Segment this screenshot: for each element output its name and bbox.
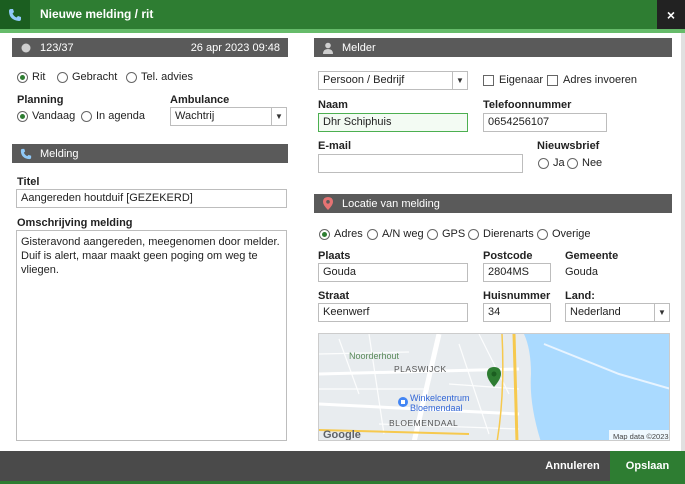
- map-attribution: Map data ©2023: [613, 432, 669, 441]
- ride-header: 123/37 26 apr 2023 09:48: [12, 38, 288, 57]
- chevron-down-icon: ▼: [452, 72, 467, 89]
- radio-off-icon: [427, 228, 438, 240]
- radio-off-icon: [126, 71, 137, 83]
- window-title: Nieuwe melding / rit: [40, 7, 154, 21]
- plaats-input[interactable]: Gouda: [318, 263, 468, 282]
- nieuwsbrief-radio-ja[interactable]: Ja: [538, 157, 565, 169]
- status-dot-icon: [20, 42, 32, 54]
- radio-off-icon: [367, 228, 378, 240]
- plaats-label: Plaats: [318, 250, 351, 262]
- locatie-radio-overige[interactable]: Overige: [537, 228, 591, 240]
- radio-off-icon: [538, 157, 549, 169]
- huisnummer-label: Huisnummer: [483, 290, 551, 302]
- naam-label: Naam: [318, 99, 348, 111]
- telefoon-label: Telefoonnummer: [483, 99, 572, 111]
- type-radio-gebracht[interactable]: Gebracht: [57, 71, 117, 83]
- eigenaar-checkbox[interactable]: Eigenaar: [483, 74, 543, 86]
- straat-label: Straat: [318, 290, 350, 302]
- chevron-down-icon: ▼: [271, 108, 286, 125]
- postcode-label: Postcode: [483, 250, 533, 262]
- adres-invoeren-checkbox[interactable]: Adres invoeren: [547, 74, 637, 86]
- planning-radio-vandaag[interactable]: Vandaag: [17, 110, 75, 122]
- type-radio-rit[interactable]: Rit: [17, 71, 45, 83]
- footer-bar: Annuleren Opslaan: [0, 451, 685, 484]
- titel-input[interactable]: Aangereden houtduif [GEZEKERD]: [16, 189, 287, 208]
- checkbox-icon: [547, 74, 558, 86]
- omschrijving-textarea[interactable]: Gisteravond aangereden, meegenomen door …: [16, 230, 287, 441]
- shopping-pin-icon: [398, 397, 408, 407]
- gemeente-label: Gemeente: [565, 250, 619, 262]
- radio-off-icon: [81, 110, 92, 122]
- telefoon-input[interactable]: 0654256107: [483, 113, 607, 132]
- email-input[interactable]: [318, 154, 523, 173]
- nieuwsbrief-label: Nieuwsbrief: [537, 140, 600, 152]
- radio-off-icon: [567, 157, 578, 169]
- locatie-radio-dierenarts[interactable]: Dierenarts: [468, 228, 534, 240]
- checkbox-icon: [483, 74, 494, 86]
- radio-off-icon: [537, 228, 548, 240]
- scrollbar[interactable]: [681, 33, 685, 451]
- email-label: E-mail: [318, 140, 352, 152]
- radio-off-icon: [57, 71, 68, 83]
- locatie-header: Locatie van melding: [314, 194, 672, 213]
- nieuwsbrief-radio-nee[interactable]: Nee: [567, 157, 602, 169]
- planning-radio-in-agenda[interactable]: In agenda: [81, 110, 145, 122]
- map-label-bloemendaal-shop: Bloemendaal: [410, 403, 463, 413]
- melder-type-select[interactable]: Persoon / Bedrijf ▼: [318, 71, 468, 90]
- chevron-down-icon: ▼: [654, 304, 669, 321]
- melding-header: Melding: [12, 144, 288, 163]
- map-label-bloemendaal: BLOEMENDAAL: [389, 418, 458, 428]
- ambulance-label: Ambulance: [170, 94, 230, 106]
- map-label-noorderhout: Noorderhout: [349, 351, 400, 361]
- huisnummer-input[interactable]: 34: [483, 303, 551, 322]
- land-label: Land:: [565, 290, 595, 302]
- map-label-winkelcentrum: Winkelcentrum: [410, 393, 470, 403]
- title-underline: [0, 29, 685, 33]
- melder-header: Melder: [314, 38, 672, 57]
- locatie-radio-adres[interactable]: Adres: [319, 228, 363, 240]
- radio-on-icon: [17, 110, 28, 122]
- locatie-radio-an-weg[interactable]: A/N weg: [367, 228, 424, 240]
- naam-input[interactable]: Dhr Schiphuis: [318, 113, 468, 132]
- map-label-plaswijck: PLASWIJCK: [394, 364, 447, 374]
- radio-on-icon: [17, 71, 28, 83]
- land-select[interactable]: Nederland ▼: [565, 303, 670, 322]
- planning-label: Planning: [17, 94, 64, 106]
- postcode-input[interactable]: 2804MS: [483, 263, 551, 282]
- ambulance-select[interactable]: Wachtrij ▼: [170, 107, 287, 126]
- phone-icon: [0, 0, 30, 29]
- google-logo: Google: [323, 429, 361, 441]
- ride-id: 123/37: [40, 41, 74, 54]
- ride-date: 26 apr 2023 09:48: [190, 41, 280, 54]
- phone-icon: [20, 148, 32, 160]
- map-graphic: Noorderhout PLASWIJCK Winkelcentrum Bloe…: [319, 334, 669, 441]
- save-button[interactable]: Opslaan: [610, 451, 685, 481]
- type-radio-tel-advies[interactable]: Tel. advies: [126, 71, 193, 83]
- omschrijving-label: Omschrijving melding: [17, 217, 133, 229]
- locatie-radio-gps[interactable]: GPS: [427, 228, 465, 240]
- straat-input[interactable]: Keenwerf: [318, 303, 468, 322]
- map-pin-icon: [322, 197, 334, 210]
- cancel-button[interactable]: Annuleren: [535, 451, 610, 481]
- radio-off-icon: [468, 228, 479, 240]
- radio-on-icon: [319, 228, 330, 240]
- titel-label: Titel: [17, 176, 40, 188]
- person-icon: [322, 42, 334, 54]
- title-bar: Nieuwe melding / rit ×: [0, 0, 685, 29]
- gemeente-value: Gouda: [565, 266, 599, 278]
- location-map[interactable]: Noorderhout PLASWIJCK Winkelcentrum Bloe…: [318, 333, 670, 441]
- close-button[interactable]: ×: [657, 0, 685, 29]
